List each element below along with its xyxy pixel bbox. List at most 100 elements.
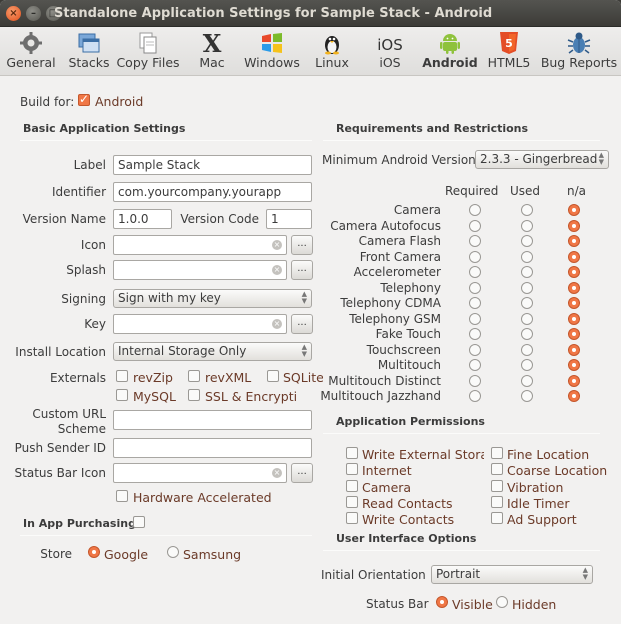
key-browse-button[interactable]: ... [291,314,313,334]
identifier-field[interactable]: com.yourcompany.yourapp [113,182,312,202]
status-bar-icon-browse-button[interactable]: ... [291,463,313,483]
feature-required-radio[interactable] [469,266,481,278]
custom-url-field[interactable] [113,410,312,430]
clear-icon[interactable]: × [272,265,282,275]
status-bar-hidden-radio[interactable] [496,596,508,608]
minimize-window-button[interactable]: – [26,6,41,21]
splash-browse-button[interactable]: ... [291,260,313,280]
external-revxml-checkbox[interactable] [188,370,200,382]
feature-used-radio[interactable] [521,219,533,232]
clear-icon[interactable]: × [272,240,282,250]
initial-orientation-select[interactable]: Portrait ▲ ▼ [431,565,593,584]
feature-used-radio[interactable] [521,235,533,247]
feature-used-radio[interactable] [521,204,533,216]
permission-checkbox[interactable] [491,463,503,476]
permission-checkbox[interactable] [346,447,358,459]
feature-label: Front Camera [359,249,441,264]
push-sender-field[interactable] [113,438,312,458]
feature-used-radio[interactable] [521,281,533,294]
feature-required-radio[interactable] [469,328,481,340]
feature-na-radio[interactable] [568,235,580,247]
permission-checkbox[interactable] [346,495,358,508]
tab-android[interactable]: Android [422,27,478,76]
feature-used-radio[interactable] [521,390,533,402]
feature-required-radio[interactable] [469,374,481,387]
min-android-version-select[interactable]: 2.3.3 - Gingerbread ▲ ▼ [475,150,609,169]
feature-na-radio[interactable] [568,266,580,278]
tab-ios[interactable]: iOS iOS [368,27,412,76]
signing-select[interactable]: Sign with my key ▲ ▼ [113,289,312,308]
external-mysql-checkbox[interactable] [116,389,128,401]
feature-used-radio[interactable] [521,266,533,278]
external-revzip-checkbox[interactable] [116,370,128,382]
feature-required-radio[interactable] [469,235,481,247]
feature-required-radio[interactable] [469,204,481,216]
feature-required-radio[interactable] [469,250,481,263]
feature-required-radio[interactable] [469,219,481,232]
close-window-button[interactable]: × [6,6,21,21]
feature-used-radio[interactable] [521,328,533,340]
feature-na-radio[interactable] [568,281,580,294]
feature-na-radio[interactable] [568,328,580,340]
feature-na-radio[interactable] [568,390,580,402]
feature-na-radio[interactable] [568,343,580,356]
build-for-checkbox[interactable] [78,92,90,106]
external-ssl-checkbox[interactable] [188,389,200,401]
status-bar-visible-radio[interactable] [436,596,448,608]
feature-label: Fake Touch [375,327,441,341]
feature-required-radio[interactable] [469,343,481,356]
tab-linux[interactable]: Linux [310,27,354,76]
tab-mac[interactable]: X Mac [190,27,234,76]
feature-na-radio[interactable] [568,312,580,325]
feature-required-radio[interactable] [469,312,481,325]
tab-bug-reports[interactable]: Bug Reports [540,27,618,76]
feature-na-radio[interactable] [568,250,580,263]
feature-used-radio[interactable] [521,312,533,325]
in-app-purchasing-checkbox[interactable] [133,516,145,528]
version-name-label: Version Name [22,212,106,226]
feature-required-radio[interactable] [469,281,481,294]
feature-used-radio[interactable] [521,297,533,309]
key-field[interactable]: × [113,314,287,334]
tab-copy-files[interactable]: Copy Files [116,27,180,76]
feature-label: Telephony [380,280,441,295]
permission-checkbox[interactable] [346,479,358,492]
feature-used-radio[interactable] [521,250,533,263]
store-samsung-radio[interactable] [167,546,179,558]
permission-checkbox[interactable] [491,447,503,459]
feature-used-radio[interactable] [521,374,533,387]
hardware-accelerated-checkbox[interactable] [116,490,128,502]
feature-na-radio[interactable] [568,374,580,387]
tab-windows[interactable]: Windows [242,27,302,76]
icon-browse-button[interactable]: ... [291,235,313,255]
store-google-radio[interactable] [88,546,100,558]
permission-checkbox[interactable] [346,512,358,525]
install-location-select[interactable]: Internal Storage Only ▲ ▼ [113,342,312,361]
icon-field[interactable]: × [113,235,287,255]
clear-icon[interactable]: × [272,319,282,329]
feature-na-radio[interactable] [568,204,580,216]
permission-checkbox[interactable] [491,479,503,492]
status-bar-icon-field[interactable]: × [113,463,287,483]
permission-label: Fine Location [507,447,590,462]
feature-na-radio[interactable] [568,297,580,309]
feature-required-radio[interactable] [469,359,481,371]
permission-checkbox[interactable] [491,495,503,508]
feature-used-radio[interactable] [521,343,533,356]
feature-used-radio[interactable] [521,359,533,371]
permission-checkbox[interactable] [346,463,358,476]
feature-required-radio[interactable] [469,297,481,309]
feature-na-radio[interactable] [568,359,580,371]
label-field[interactable]: Sample Stack [113,155,312,175]
splash-field[interactable]: × [113,260,287,280]
tab-general[interactable]: General [2,27,60,76]
version-code-field[interactable]: 1 [266,209,312,229]
clear-icon[interactable]: × [272,468,282,478]
tab-html5[interactable]: 5 HTML5 [486,27,532,76]
permission-checkbox[interactable] [491,512,503,525]
feature-required-radio[interactable] [469,390,481,402]
external-sqlite-checkbox[interactable] [267,370,279,382]
version-name-field[interactable]: 1.0.0 [113,209,172,229]
feature-na-radio[interactable] [568,219,580,232]
tab-stacks[interactable]: Stacks [64,27,114,76]
